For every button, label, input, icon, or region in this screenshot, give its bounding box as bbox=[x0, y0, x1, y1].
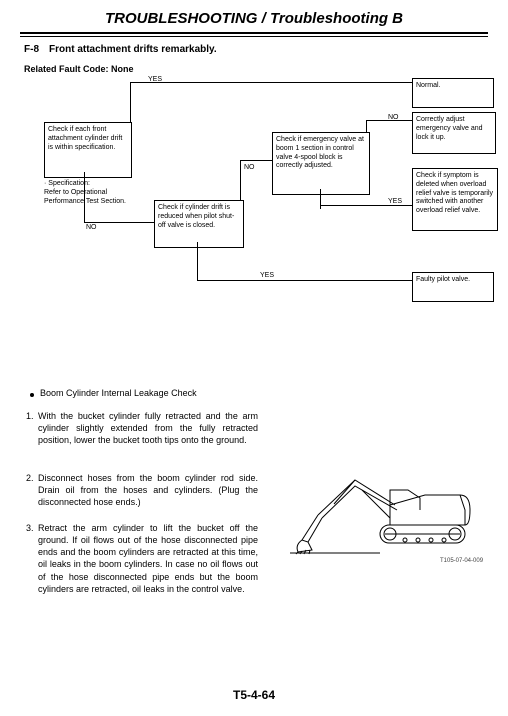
label-no: NO bbox=[388, 114, 399, 121]
flow-line bbox=[130, 82, 412, 83]
flow-box-check-drift: Check if each front attachment cylinder … bbox=[44, 122, 132, 178]
title-rule bbox=[20, 32, 488, 37]
step-2: 2. Disconnect hoses from the boom cylind… bbox=[38, 472, 258, 508]
step-number: 3. bbox=[26, 522, 34, 534]
step-text: With the bucket cylinder fully retracted… bbox=[38, 411, 258, 445]
related-fault-code: Related Fault Code: None bbox=[24, 64, 134, 74]
step-number: 2. bbox=[26, 472, 34, 484]
label-yes: YES bbox=[148, 76, 162, 83]
excavator-illustration bbox=[290, 460, 480, 560]
flow-box-shutoff: Check if cylinder drift is reduced when … bbox=[154, 200, 244, 248]
flow-line bbox=[84, 222, 154, 223]
bullet-icon bbox=[30, 393, 34, 397]
flow-line bbox=[130, 82, 131, 122]
flow-box-emergency-valve: Check if emergency valve at boom 1 secti… bbox=[272, 132, 370, 195]
flow-box-normal: Normal. bbox=[412, 78, 494, 108]
leak-check-heading: Boom Cylinder Internal Leakage Check bbox=[40, 388, 197, 398]
flow-line bbox=[84, 172, 85, 222]
flow-line bbox=[240, 160, 241, 200]
step-number: 1. bbox=[26, 410, 34, 422]
step-3: 3. Retract the arm cylinder to lift the … bbox=[38, 522, 258, 595]
flow-line bbox=[366, 120, 367, 132]
page-title: TROUBLESHOOTING / Troubleshooting B bbox=[0, 10, 508, 27]
step-text: Disconnect hoses from the boom cylinder … bbox=[38, 473, 258, 507]
step-1: 1. With the bucket cylinder fully retrac… bbox=[38, 410, 258, 446]
flow-line bbox=[240, 160, 272, 161]
flow-box-overload-relief: Check if symptom is deleted when overloa… bbox=[412, 168, 498, 231]
section-heading: F-8 Front attachment drifts remarkably. bbox=[24, 44, 217, 55]
step-text: Retract the arm cylinder to lift the buc… bbox=[38, 523, 258, 594]
flow-box-faulty-pilot: Faulty pilot valve. bbox=[412, 272, 494, 302]
flow-line bbox=[320, 205, 412, 206]
flow-line bbox=[320, 189, 321, 209]
label-no: NO bbox=[86, 224, 97, 231]
page-number: T5-4-64 bbox=[0, 688, 508, 702]
label-yes: YES bbox=[388, 198, 402, 205]
image-id: T105-07-04-009 bbox=[440, 558, 483, 564]
label-no: NO bbox=[244, 164, 255, 171]
flow-box-adjust-valve: Correctly adjust emergency valve and loc… bbox=[412, 112, 496, 154]
flow-line bbox=[197, 242, 198, 280]
spec-note: · Specification: Refer to Operational Pe… bbox=[44, 180, 132, 206]
label-yes: YES bbox=[260, 272, 274, 279]
flow-line bbox=[197, 280, 412, 281]
